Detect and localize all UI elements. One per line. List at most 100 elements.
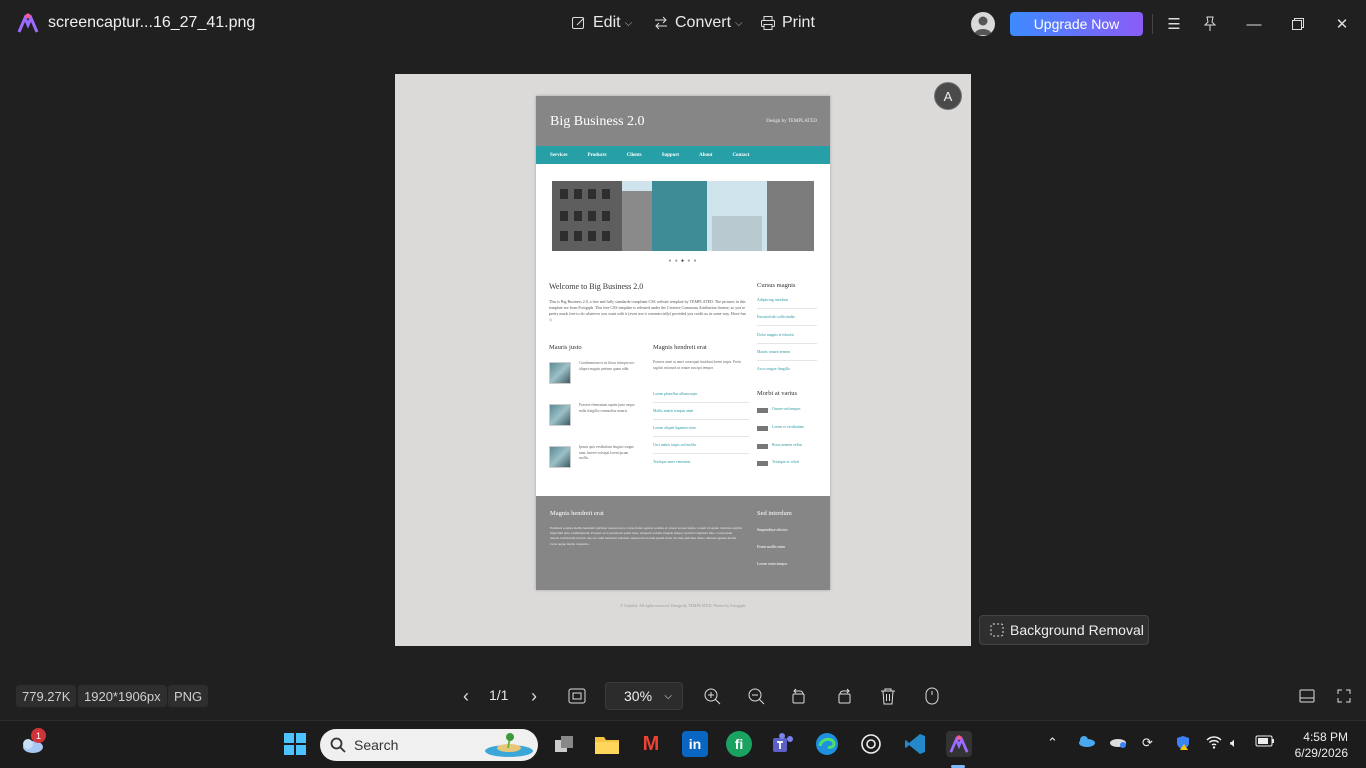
zoom-in-icon[interactable] — [700, 684, 724, 708]
col1-heading: Mauris justo — [549, 344, 582, 351]
menu-icon[interactable]: ☰ — [1164, 14, 1184, 34]
sync-icon[interactable]: ⟳ — [1142, 735, 1153, 751]
wifi-icon[interactable] — [1206, 735, 1222, 752]
divider — [757, 308, 817, 309]
battery-icon[interactable] — [1255, 735, 1275, 750]
chevron-down-icon: ⌵ — [624, 17, 633, 29]
divider — [653, 436, 749, 437]
col2-link: Lorem aliquet ligamen vitae — [653, 426, 696, 430]
pin-icon[interactable] — [1200, 14, 1220, 34]
fullscreen-icon[interactable] — [1332, 684, 1356, 708]
rotate-right-icon[interactable] — [832, 684, 856, 708]
security-icon[interactable] — [1175, 735, 1191, 754]
linkedin-icon[interactable]: in — [682, 731, 708, 757]
nav-item: Services — [550, 152, 568, 158]
site-copyright: © Untitled. All rights reserved. Design … — [620, 603, 746, 608]
task-view-icon[interactable] — [551, 731, 577, 757]
col2-link: Tristique amet venenatis — [653, 460, 691, 464]
side1-heading: Cursus magnis — [757, 282, 796, 289]
cloud-sync-icon[interactable] — [1109, 735, 1127, 752]
slider-image — [552, 181, 814, 251]
side2-link: Ornare sed tempus — [772, 407, 801, 411]
thumbnail — [549, 446, 571, 468]
footer-text: Euismod sodales mollis hendrerit pulvina… — [550, 526, 742, 546]
nav-item: Clients — [626, 152, 642, 158]
volume-icon[interactable]: 🔈︎ — [1230, 735, 1238, 751]
teams-icon[interactable] — [770, 731, 796, 757]
photo-viewer-icon[interactable] — [946, 731, 972, 757]
gmail-icon[interactable]: M — [638, 731, 664, 757]
chevron-down-icon: ⌵ — [735, 17, 743, 29]
tag-icon — [757, 461, 768, 466]
previous-icon[interactable]: ‹ — [454, 684, 478, 708]
restore-icon[interactable] — [1288, 14, 1308, 34]
background-removal-button[interactable]: Background Removal — [979, 615, 1149, 645]
convert-label: Convert — [675, 14, 732, 31]
show-hidden-icons[interactable]: ⌃ — [1047, 735, 1058, 751]
zoom-select[interactable]: 30% ⌵ — [605, 682, 683, 710]
edge-icon[interactable] — [814, 731, 840, 757]
rotate-left-icon[interactable] — [787, 684, 811, 708]
col2-link: Lorem phasellus ullamcorper — [653, 392, 698, 396]
site-nav: Services Products Clients Support About … — [536, 146, 830, 164]
search-icon — [330, 737, 346, 753]
footer-heading: Magnis hendreit erat — [550, 510, 604, 517]
nav-item: Contact — [732, 152, 750, 158]
fit-screen-icon[interactable] — [565, 684, 589, 708]
print-button[interactable]: Print — [760, 14, 815, 32]
vscode-icon[interactable] — [902, 731, 928, 757]
chevron-down-icon: ⌵ — [664, 690, 672, 702]
user-avatar[interactable] — [971, 12, 995, 36]
divider — [757, 325, 817, 326]
minimize-icon[interactable]: — — [1244, 14, 1264, 34]
edit-menu[interactable]: Edit ⌵ — [571, 14, 632, 32]
file-size-chip: 779.27K — [16, 685, 77, 707]
page-indicator: 1/1 — [489, 687, 509, 703]
zoom-out-icon[interactable] — [744, 684, 768, 708]
side1-link: Dolor magnis et lobortis — [757, 333, 795, 337]
tag-icon — [757, 426, 768, 431]
file-explorer-icon[interactable] — [594, 731, 620, 757]
thumbnail — [549, 404, 571, 426]
info-icon[interactable] — [920, 684, 944, 708]
site-credit: Design by TEMPLATED — [766, 119, 817, 124]
side2-link: Lorem et vestibulum — [772, 425, 804, 429]
chatgpt-icon[interactable] — [858, 731, 884, 757]
print-label: Print — [782, 14, 815, 31]
taskbar-search[interactable]: Search — [320, 729, 538, 761]
col2-text: Posuere amet ut amet consequat tincidunt… — [653, 360, 741, 370]
side1-link: Mauris ornare aenean — [757, 350, 790, 354]
col1-item: Ipsum quis vestibulum feugiat congue nun… — [579, 445, 634, 460]
onedrive-icon[interactable] — [1077, 735, 1095, 750]
clock[interactable]: 4:58 PM 6/29/2026 — [1290, 729, 1348, 761]
welcome-heading: Welcome to Big Business 2.0 — [549, 282, 644, 291]
upgrade-now-button[interactable]: Upgrade Now — [1010, 12, 1143, 36]
nav-item: Support — [661, 152, 680, 158]
side1-link: Adipiscing tincidunt — [757, 298, 789, 302]
date: 6/29/2026 — [1294, 746, 1348, 760]
delete-icon[interactable] — [876, 684, 900, 708]
side1-link: Arcu congue fringilla — [757, 367, 790, 371]
side2-link: Risus aenean vellus — [772, 443, 802, 447]
time: 4:58 PM — [1303, 730, 1348, 744]
next-icon[interactable]: › — [522, 684, 546, 708]
side2-heading: Morbi at varius — [757, 390, 798, 397]
island-icon — [485, 733, 533, 757]
panel-layout-icon[interactable] — [1295, 684, 1319, 708]
background-removal-icon — [990, 623, 1004, 637]
app-logo-icon — [17, 12, 39, 34]
start-icon[interactable] — [282, 731, 308, 757]
slider-dots: ● ● ● ● ● — [668, 259, 698, 264]
notification-badge: 1 — [31, 728, 46, 743]
convert-menu[interactable]: Convert ⌵ — [653, 14, 743, 32]
image-canvas[interactable]: Big Business 2.0 Design by TEMPLATED Ser… — [395, 74, 971, 646]
finance-app-icon[interactable]: fi — [726, 731, 752, 757]
footer-side-link: Suspendisse ultrices — [757, 528, 788, 532]
divider — [757, 343, 817, 344]
col2-link: Mollis mattis tempus amet — [653, 409, 694, 413]
ocr-icon[interactable]: A — [934, 82, 962, 110]
zoom-value: 30% — [624, 688, 653, 704]
divider — [653, 402, 749, 403]
edit-icon — [572, 17, 585, 29]
close-icon[interactable]: ✕ — [1332, 14, 1352, 34]
